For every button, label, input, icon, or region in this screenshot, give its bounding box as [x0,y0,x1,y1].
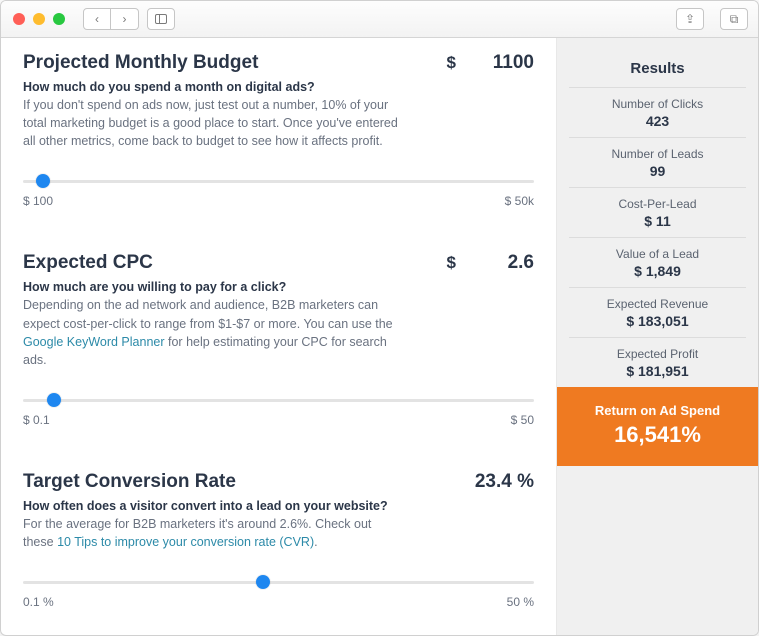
budget-subhead: How much do you spend a month on digital… [23,80,534,94]
result-value: $ 11 [569,213,746,229]
main-column: Projected Monthly Budget $ 1100 How much… [1,38,556,635]
chevron-left-icon: ‹ [95,12,99,26]
share-button[interactable]: ⇪ [676,8,704,30]
cpc-slider-max: $ 50 [511,413,534,427]
slider-track [23,399,534,402]
result-item: Number of Clicks 423 [569,87,746,137]
budget-title: Projected Monthly Budget [23,52,258,74]
result-value: 423 [569,113,746,129]
roas-label: Return on Ad Spend [565,403,750,418]
section-budget: Projected Monthly Budget $ 1100 How much… [23,52,534,208]
roas-box: Return on Ad Spend 16,541% [557,387,758,466]
browser-window: ‹ › ⇪ ⧉ Projected Monthly Budget $ 1100 … [0,0,759,636]
result-label: Expected Revenue [569,297,746,311]
cpc-slider-min: $ 0.1 [23,413,50,427]
result-value: $ 183,051 [569,313,746,329]
link-keyword-planner[interactable]: Google KeyWord Planner [23,335,165,349]
sidebar-toggle-button[interactable] [147,8,175,30]
budget-desc: If you don't spend on ads now, just test… [23,96,403,150]
result-label: Number of Clicks [569,97,746,111]
result-label: Value of a Lead [569,247,746,261]
cpc-currency: $ [447,253,456,273]
result-item: Number of Leads 99 [569,137,746,187]
tabs-button[interactable]: ⧉ [720,8,748,30]
share-icon: ⇪ [685,12,695,26]
window-controls [13,13,65,25]
result-item: Expected Profit $ 181,951 [569,337,746,387]
cpc-title: Expected CPC [23,252,153,274]
cvr-subhead: How often does a visitor convert into a … [23,499,534,513]
result-label: Number of Leads [569,147,746,161]
cvr-desc: For the average for B2B marketers it's a… [23,515,403,551]
slider-thumb[interactable] [47,393,61,407]
tabs-icon: ⧉ [730,12,739,27]
result-value: $ 181,951 [569,363,746,379]
cvr-title: Target Conversion Rate [23,471,236,493]
cpc-value: 2.6 [480,252,534,274]
slider-track [23,581,534,584]
back-button[interactable]: ‹ [83,8,111,30]
maximize-icon[interactable] [53,13,65,25]
results-panel: Results Number of Clicks 423 Number of Lea… [556,38,758,635]
slider-thumb[interactable] [256,575,270,589]
link-cvr-tips[interactable]: 10 Tips to improve your conversion rate … [57,535,314,549]
minimize-icon[interactable] [33,13,45,25]
titlebar: ‹ › ⇪ ⧉ [1,1,758,38]
cvr-slider[interactable] [23,575,534,589]
result-label: Expected Profit [569,347,746,361]
sidebar-icon [155,14,167,24]
close-icon[interactable] [13,13,25,25]
section-cvr: Target Conversion Rate 23.4 % How often … [23,471,534,609]
results-title: Results [569,60,746,87]
slider-thumb[interactable] [36,174,50,188]
roas-value: 16,541% [565,422,750,448]
nav-buttons: ‹ › [83,8,139,30]
section-cpc: Expected CPC $ 2.6 How much are you will… [23,252,534,427]
cpc-desc: Depending on the ad network and audience… [23,296,403,369]
forward-button[interactable]: › [111,8,139,30]
budget-slider-max: $ 50k [505,194,534,208]
budget-slider[interactable] [23,174,534,188]
cvr-slider-min: 0.1 % [23,595,54,609]
budget-slider-min: $ 100 [23,194,53,208]
cvr-value: 23.4 % [454,471,534,493]
result-item: Expected Revenue $ 183,051 [569,287,746,337]
result-label: Cost-Per-Lead [569,197,746,211]
result-value: $ 1,849 [569,263,746,279]
cvr-slider-max: 50 % [507,595,534,609]
budget-value: 1100 [480,52,534,74]
cpc-subhead: How much are you willing to pay for a cl… [23,280,534,294]
result-value: 99 [569,163,746,179]
chevron-right-icon: › [123,12,127,26]
cpc-slider[interactable] [23,393,534,407]
budget-currency: $ [447,53,456,73]
result-item: Cost-Per-Lead $ 11 [569,187,746,237]
result-item: Value of a Lead $ 1,849 [569,237,746,287]
slider-track [23,180,534,183]
content-area: Projected Monthly Budget $ 1100 How much… [1,38,758,635]
